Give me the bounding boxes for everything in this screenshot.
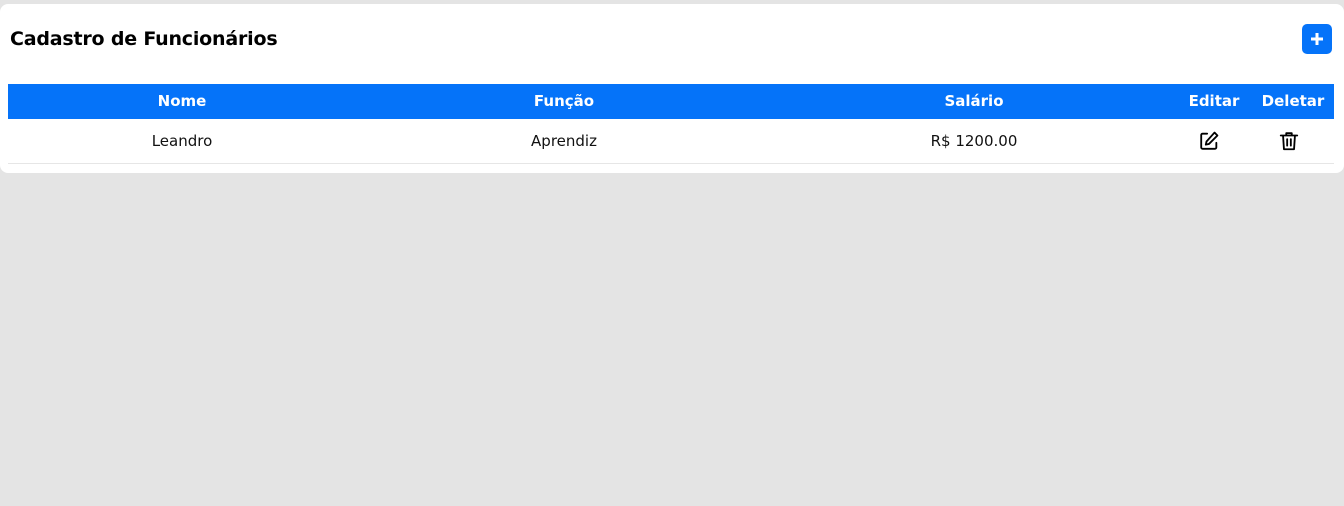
table-header: Nome Função Salário Editar Deletar bbox=[8, 84, 1334, 119]
employees-card: Cadastro de Funcionários Nome Função Sal… bbox=[0, 4, 1344, 173]
add-employee-button[interactable] bbox=[1302, 24, 1332, 54]
cell-nome: Leandro bbox=[151, 132, 213, 150]
page-title: Cadastro de Funcionários bbox=[10, 28, 278, 50]
edit-icon bbox=[1200, 131, 1219, 150]
trash-icon bbox=[1279, 132, 1299, 151]
plus-icon bbox=[1311, 33, 1323, 45]
delete-button[interactable] bbox=[1276, 128, 1302, 154]
edit-button[interactable] bbox=[1196, 128, 1222, 154]
column-header-nome: Nome bbox=[157, 92, 207, 110]
cell-salario: R$ 1200.00 bbox=[930, 132, 1018, 150]
employees-table: Nome Função Salário Editar Deletar Leand… bbox=[8, 84, 1334, 164]
column-header-deletar: Deletar bbox=[1261, 92, 1325, 110]
table-row: Leandro Aprendiz R$ 1200.00 bbox=[8, 119, 1334, 164]
column-header-editar: Editar bbox=[1188, 92, 1240, 110]
column-header-funcao: Função bbox=[533, 92, 595, 110]
column-header-salario: Salário bbox=[944, 92, 1004, 110]
cell-funcao: Aprendiz bbox=[531, 132, 597, 150]
